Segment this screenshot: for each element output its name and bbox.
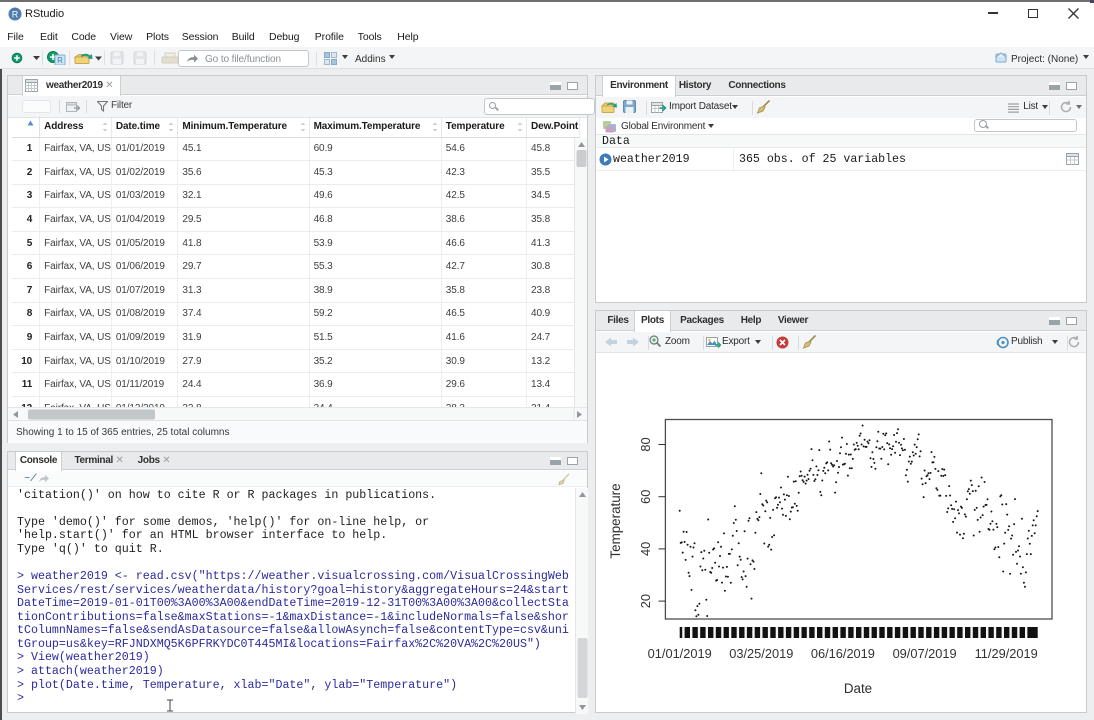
svg-text:20: 20: [638, 594, 653, 608]
svg-text:Temperature: Temperature: [608, 483, 623, 558]
svg-text:09/07/2019: 09/07/2019: [893, 646, 957, 661]
svg-text:Date: Date: [844, 681, 872, 696]
svg-text:60: 60: [638, 490, 653, 504]
svg-text:80: 80: [638, 437, 653, 451]
svg-text:03/25/2019: 03/25/2019: [729, 646, 793, 661]
svg-text:R: R: [12, 10, 19, 20]
svg-text:06/16/2019: 06/16/2019: [811, 646, 875, 661]
svg-text:11/29/2019: 11/29/2019: [975, 646, 1038, 661]
svg-text:01/01/2019: 01/01/2019: [648, 646, 712, 661]
svg-text:R: R: [57, 56, 63, 65]
svg-text:40: 40: [638, 542, 653, 556]
